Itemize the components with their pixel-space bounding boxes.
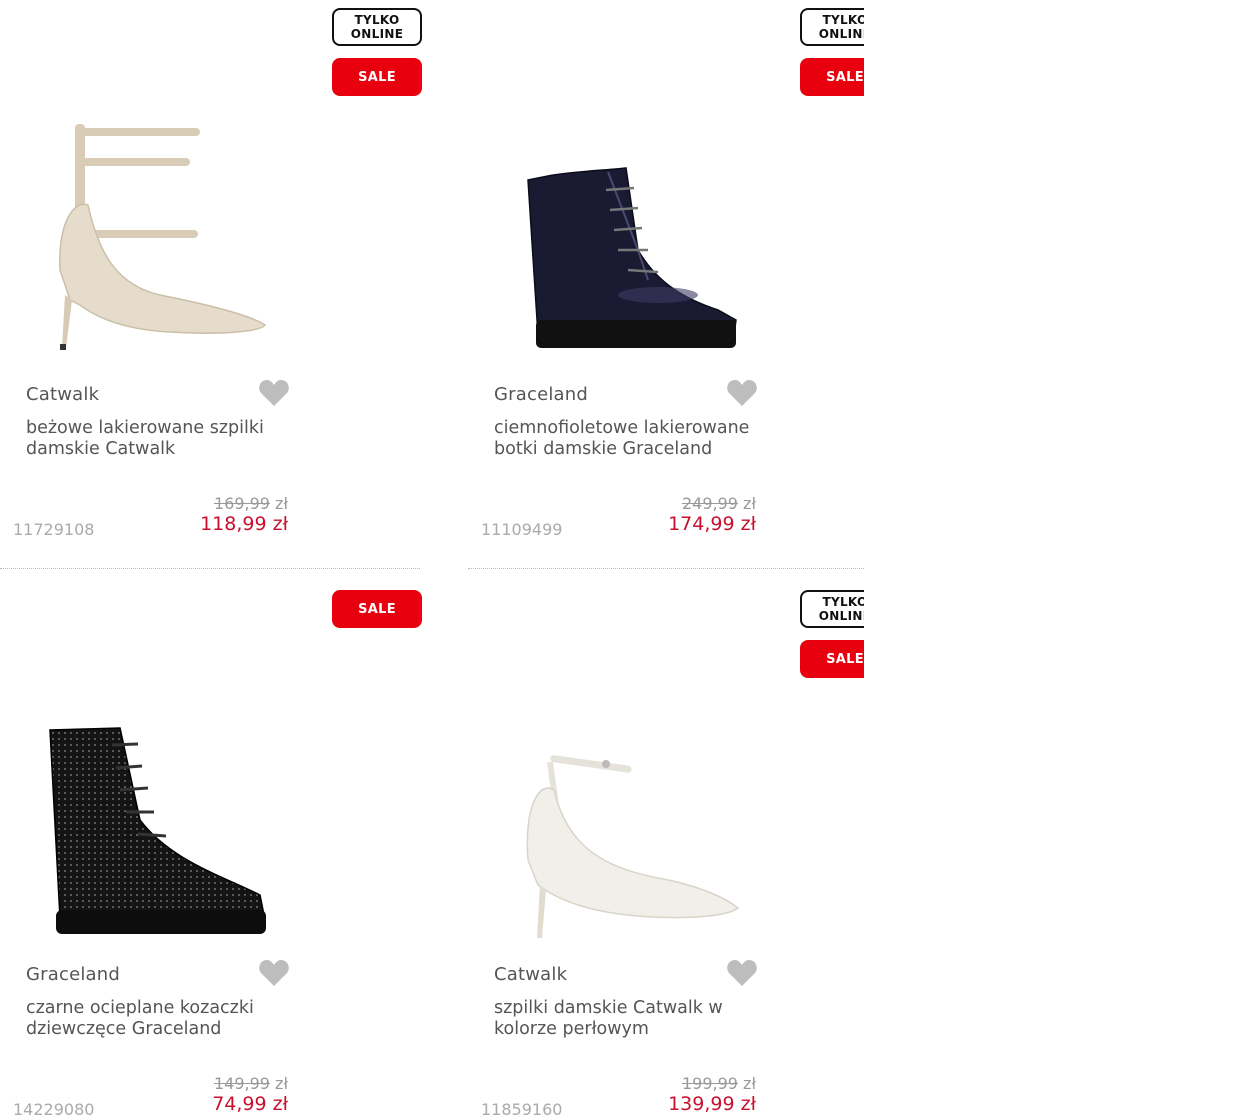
product-card[interactable]: SALE Graceland czarne ocieplane kozaczki… [0, 580, 430, 1115]
badge-online-line1: TYLKO [354, 13, 400, 27]
tylko-online-badge: TYLKO ONLINE [800, 8, 864, 46]
product-card[interactable]: TYLKO ONLINE SALE Catwalk szpilki damski… [468, 580, 864, 1115]
old-price: 169,99 zł [214, 494, 288, 513]
row-divider [468, 568, 864, 569]
pearl-pump-image [526, 755, 740, 938]
tylko-online-badge: TYLKO ONLINE [800, 590, 864, 628]
product-image[interactable] [20, 700, 290, 950]
product-image[interactable] [488, 700, 758, 950]
black-dotted-boot-image [49, 727, 266, 934]
old-price-value: 169,99 [213, 494, 270, 513]
product-sku: 11859160 [481, 1100, 563, 1115]
sale-badge: SALE [332, 58, 422, 96]
badge-online-line2: ONLINE [350, 27, 404, 41]
old-price: 249,99 zł [682, 494, 756, 513]
old-price: 149,99 zł [214, 1074, 288, 1093]
old-price-currency: zł [275, 1074, 288, 1093]
product-brand: Graceland [26, 964, 121, 985]
sale-badge: SALE [800, 640, 864, 678]
heart-icon[interactable] [258, 378, 290, 408]
product-image[interactable] [20, 110, 290, 360]
badge-online-line2: ONLINE [818, 27, 864, 41]
product-card[interactable]: TYLKO ONLINE SALE Catwalk beżowe lakiero… [0, 0, 430, 560]
product-sku: 14229080 [13, 1100, 95, 1115]
sale-price: 174,99 zł [668, 513, 756, 535]
purple-boot-image [527, 167, 737, 348]
product-name[interactable]: szpilki damskie Catwalk w kolorze perłow… [494, 998, 764, 1039]
old-price-value: 149,99 [213, 1074, 270, 1093]
sale-badge: SALE [332, 590, 422, 628]
product-brand: Catwalk [26, 384, 100, 405]
tylko-online-badge: TYLKO ONLINE [332, 8, 422, 46]
old-price: 199,99 zł [682, 1074, 756, 1093]
heart-icon[interactable] [258, 958, 290, 988]
old-price-value: 249,99 [681, 494, 738, 513]
product-name[interactable]: czarne ocieplane kozaczki dziewczęce Gra… [26, 998, 296, 1039]
badge-online-line1: TYLKO [822, 595, 865, 609]
sale-price: 118,99 zł [200, 513, 288, 535]
product-brand: Catwalk [494, 964, 568, 985]
heart-icon[interactable] [726, 958, 758, 988]
old-price-currency: zł [743, 494, 756, 513]
sale-price: 74,99 zł [212, 1093, 288, 1115]
badge-online-line2: ONLINE [818, 609, 864, 623]
product-brand: Graceland [494, 384, 589, 405]
product-grid: TYLKO ONLINE SALE Catwalk beżowe lakiero… [0, 0, 1250, 1115]
product-name[interactable]: ciemnofioletowe lakierowane botki damski… [494, 418, 764, 459]
old-price-currency: zł [275, 494, 288, 513]
product-name[interactable]: beżowe lakierowane szpilki damskie Catwa… [26, 418, 296, 459]
row-divider [0, 568, 420, 569]
beige-pump-image [59, 124, 267, 350]
sale-badge: SALE [800, 58, 864, 96]
heart-icon[interactable] [726, 378, 758, 408]
product-sku: 11109499 [481, 520, 563, 539]
old-price-value: 199,99 [681, 1074, 738, 1093]
product-sku: 11729108 [13, 520, 95, 539]
product-image[interactable] [488, 110, 758, 360]
old-price-currency: zł [743, 1074, 756, 1093]
sale-price: 139,99 zł [668, 1093, 756, 1115]
badge-online-line1: TYLKO [822, 13, 865, 27]
product-card[interactable]: TYLKO ONLINE SALE Graceland [468, 0, 864, 560]
